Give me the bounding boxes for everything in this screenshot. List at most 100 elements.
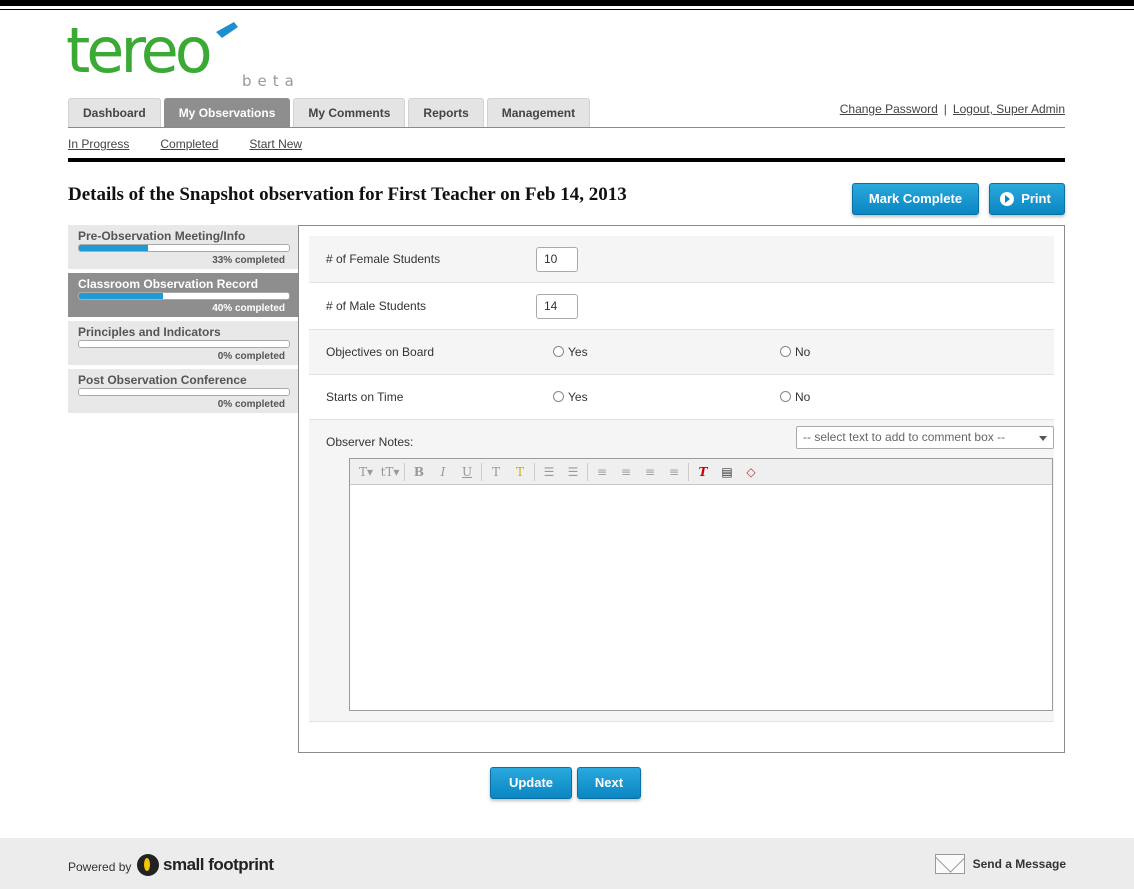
clear-format-icon[interactable]: T [691, 462, 715, 482]
send-message-button[interactable]: Send a Message [934, 854, 1066, 874]
male-students-label: # of Male Students [326, 299, 427, 313]
tab-reports[interactable]: Reports [408, 98, 484, 127]
source-code-icon[interactable]: ◇ [739, 462, 763, 482]
subnav-completed[interactable]: Completed [160, 137, 218, 151]
female-students-row: # of Female Students 10 [309, 236, 1054, 283]
radio-label: No [795, 345, 811, 359]
observer-notes-row: Observer Notes: -- select text to add to… [309, 420, 1054, 722]
sidebar-item-label: Classroom Observation Record [78, 277, 259, 291]
small-footprint-text: small footprint [163, 855, 274, 874]
starts-on-time-row: Starts on Time Yes No [309, 375, 1054, 420]
italic-icon[interactable]: I [431, 462, 455, 482]
update-button[interactable]: Update [490, 767, 572, 799]
sidebar-item-label: Pre-Observation Meeting/Info [78, 229, 246, 243]
print-icon[interactable]: ▤ [715, 462, 739, 482]
comment-select[interactable]: -- select text to add to comment box -- [796, 426, 1054, 449]
radio-label: Yes [568, 345, 588, 359]
tab-divider [68, 127, 1065, 128]
progress-bar [78, 292, 290, 300]
highlight-color-icon[interactable]: T [508, 462, 532, 482]
comment-select-value: -- select text to add to comment box -- [803, 430, 1006, 444]
sidebar-item-post-observation[interactable]: Post Observation Conference 0% completed [68, 369, 298, 413]
progress-text: 33% completed [212, 255, 285, 266]
female-students-input[interactable]: 10 [536, 247, 578, 272]
male-students-input[interactable]: 14 [536, 294, 578, 319]
observation-form: # of Female Students 10 # of Male Studen… [298, 225, 1065, 753]
toolbar-separator [587, 462, 588, 481]
female-students-label: # of Female Students [326, 252, 441, 266]
bold-icon[interactable]: B [407, 462, 431, 482]
objectives-row: Objectives on Board Yes No [309, 330, 1054, 375]
header-divider [68, 158, 1065, 162]
small-footprint-link[interactable]: small footprint [137, 854, 274, 876]
logo-text: tereo [66, 18, 210, 87]
tab-my-observations[interactable]: My Observations [163, 98, 291, 127]
align-justify-icon[interactable]: ≡ [662, 462, 686, 482]
progress-fill [79, 245, 149, 251]
radio-circle [553, 391, 564, 402]
align-right-icon[interactable]: ≡ [638, 462, 662, 482]
tab-management[interactable]: Management [486, 98, 591, 127]
sidebar-item-label: Principles and Indicators [78, 325, 221, 339]
mark-complete-button[interactable]: Mark Complete [852, 183, 979, 215]
footer: Powered by small footprint Send a Messag… [0, 838, 1134, 889]
starts-on-time-label: Starts on Time [326, 390, 404, 404]
observer-notes-label: Observer Notes: [326, 435, 414, 449]
user-links: Change Password | Logout, Super Admin [840, 102, 1065, 116]
sidebar-item-classroom-observation[interactable]: Classroom Observation Record 40% complet… [68, 273, 298, 317]
tab-my-comments[interactable]: My Comments [293, 98, 406, 127]
radio-circle [553, 346, 564, 357]
radio-label: No [795, 390, 811, 404]
progress-text: 0% completed [217, 399, 285, 410]
main-tabs: Dashboard My Observations My Comments Re… [68, 98, 591, 127]
print-label: Print [1021, 191, 1051, 206]
subnav-in-progress[interactable]: In Progress [68, 137, 129, 151]
font-family-icon[interactable]: T▾ [354, 462, 378, 482]
logo-tag: beta [242, 72, 300, 90]
objectives-yes-radio[interactable]: Yes [553, 345, 588, 359]
progress-bar [78, 340, 290, 348]
sidebar-item-pre-observation[interactable]: Pre-Observation Meeting/Info 33% complet… [68, 225, 298, 269]
align-left-icon[interactable]: ≡ [590, 462, 614, 482]
font-size-icon[interactable]: tT▾ [378, 462, 402, 482]
logout-link[interactable]: Logout, Super Admin [953, 102, 1065, 116]
tab-dashboard[interactable]: Dashboard [68, 98, 161, 127]
print-button[interactable]: Print [989, 183, 1065, 215]
next-button[interactable]: Next [577, 767, 641, 799]
toolbar-separator [481, 462, 482, 481]
send-message-icon [934, 854, 965, 874]
section-sidebar: Pre-Observation Meeting/Info 33% complet… [68, 225, 298, 417]
text-color-icon[interactable]: T [484, 462, 508, 482]
page-title: Details of the Snapshot observation for … [68, 184, 627, 205]
starts-yes-radio[interactable]: Yes [553, 390, 588, 404]
sidebar-item-label: Post Observation Conference [78, 373, 247, 387]
radio-label: Yes [568, 390, 588, 404]
editor-toolbar: T▾ tT▾ B I U T T ☰ ☰ ≡ ≡ ≡ ≡ T ▤ ◇ [350, 459, 1052, 485]
sidebar-item-principles[interactable]: Principles and Indicators 0% completed [68, 321, 298, 365]
toolbar-separator [688, 462, 689, 481]
change-password-link[interactable]: Change Password [840, 102, 938, 116]
align-center-icon[interactable]: ≡ [614, 462, 638, 482]
male-students-row: # of Male Students 14 [309, 283, 1054, 330]
radio-circle [780, 391, 791, 402]
top-border [0, 0, 1134, 10]
radio-circle [780, 346, 791, 357]
progress-bar [78, 244, 290, 252]
subnav-start-new[interactable]: Start New [249, 137, 302, 151]
starts-no-radio[interactable]: No [780, 390, 810, 404]
progress-text: 0% completed [217, 351, 285, 362]
small-footprint-icon [137, 854, 159, 876]
tereo-logo[interactable]: tereo beta [66, 14, 306, 90]
sub-navigation: In Progress Completed Start New [68, 137, 302, 151]
unordered-list-icon[interactable]: ☰ [561, 462, 585, 482]
ordered-list-icon[interactable]: ☰ [537, 462, 561, 482]
underline-icon[interactable]: U [455, 462, 479, 482]
print-icon [1000, 192, 1014, 206]
powered-by-label: Powered by [68, 860, 132, 874]
progress-bar [78, 388, 290, 396]
notes-editor: T▾ tT▾ B I U T T ☰ ☰ ≡ ≡ ≡ ≡ T ▤ ◇ [349, 458, 1053, 711]
progress-fill [79, 293, 163, 299]
send-message-label: Send a Message [972, 857, 1066, 871]
toolbar-separator [404, 462, 405, 481]
objectives-no-radio[interactable]: No [780, 345, 810, 359]
